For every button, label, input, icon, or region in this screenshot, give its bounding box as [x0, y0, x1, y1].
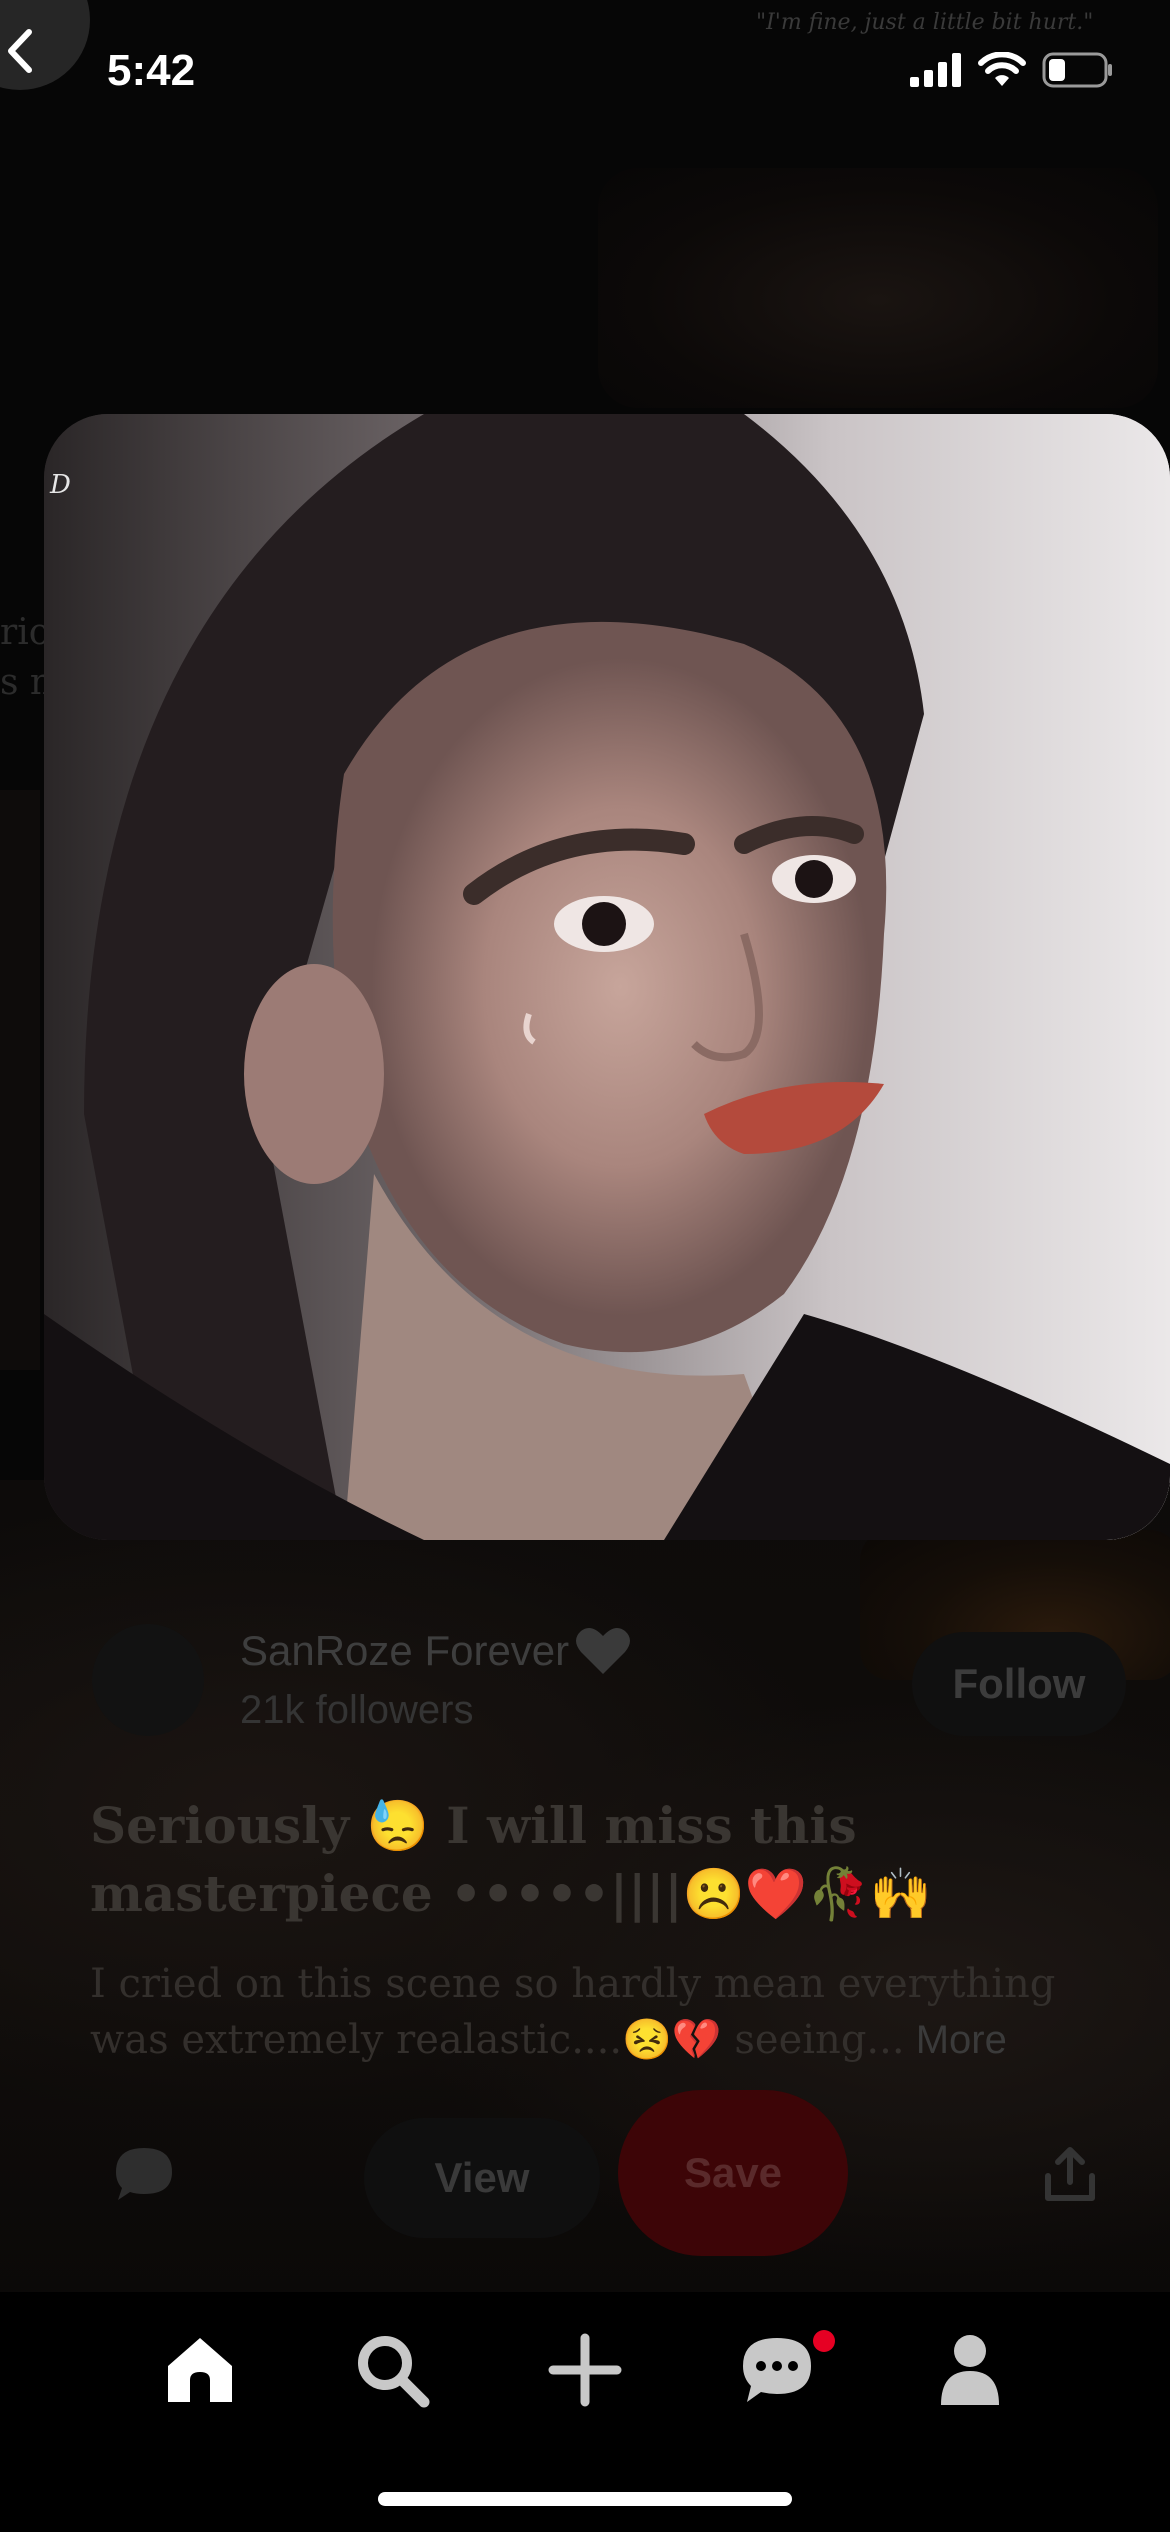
tab-create[interactable] — [535, 2320, 635, 2420]
chat-bubble-icon — [743, 2338, 811, 2402]
comment-button[interactable] — [114, 2146, 174, 2207]
image-signature-watermark — [904, 1175, 910, 1199]
pin-description: I cried on this scene so hardly mean eve… — [90, 1956, 1130, 2068]
creator-name-label: SanRoze Forever — [240, 1627, 570, 1674]
person-icon — [941, 2335, 999, 2405]
image-watermark: D — [50, 470, 71, 500]
pin-image[interactable] — [44, 414, 1170, 1540]
view-button[interactable]: View — [364, 2118, 600, 2238]
heart-icon — [576, 1627, 631, 1674]
background-quote-text: "I'm fine, just a little bit hurt." — [756, 10, 1094, 35]
background-pin-tile — [0, 790, 40, 1370]
comment-icon — [116, 2148, 172, 2200]
wifi-icon — [978, 52, 1026, 86]
status-time: 5:42 — [107, 46, 196, 95]
plus-icon — [548, 2333, 622, 2407]
pin-title: Seriously 😓 I will miss this masterpiece… — [90, 1796, 932, 1923]
follow-button[interactable]: Follow — [912, 1632, 1126, 1736]
more-link[interactable]: More — [905, 2018, 1007, 2062]
search-icon — [358, 2336, 430, 2408]
battery-icon — [1042, 52, 1112, 88]
creator-followers: 21k followers — [240, 1688, 474, 1732]
save-button[interactable]: Save — [618, 2090, 848, 2256]
share-icon — [1045, 2147, 1095, 2201]
status-icons — [910, 52, 1114, 88]
home-icon — [168, 2338, 232, 2402]
background-pin-tile — [598, 168, 1158, 408]
chevron-left-icon — [8, 29, 32, 73]
portrait-photo — [44, 414, 1170, 1540]
creator-name[interactable]: SanRoze Forever — [240, 1626, 631, 1676]
home-indicator — [378, 2492, 792, 2506]
tab-home[interactable] — [150, 2320, 250, 2420]
creator-avatar[interactable] — [92, 1624, 204, 1736]
share-button[interactable] — [1044, 2146, 1096, 2207]
cellular-signal-icon — [910, 53, 961, 87]
tab-profile[interactable] — [920, 2320, 1020, 2420]
notification-badge — [813, 2330, 835, 2352]
background-text-fragment: rio — [0, 612, 51, 653]
tab-search[interactable] — [342, 2320, 442, 2420]
tab-messages[interactable] — [727, 2320, 835, 2420]
